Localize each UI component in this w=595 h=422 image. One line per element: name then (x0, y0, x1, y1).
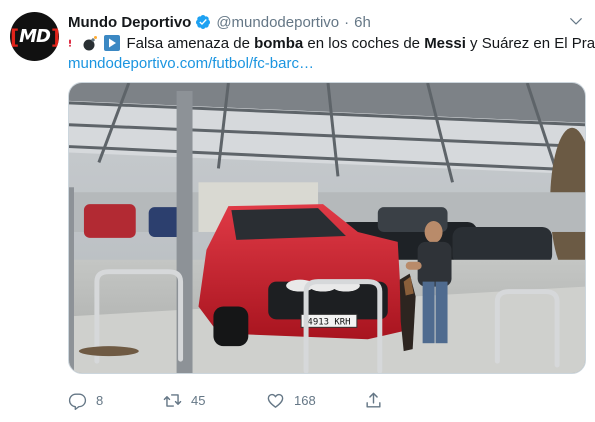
tweet-text-3: y Suárez en El Prat (465, 35, 595, 52)
reply-count: 8 (96, 392, 104, 408)
verified-badge-icon (196, 15, 211, 29)
tweet-text: Falsa amenaza de bomba en los coches de … (68, 34, 595, 54)
tweet-actions: 8 45 168 (68, 388, 488, 412)
bomb-emoji-icon (83, 36, 98, 51)
tweet-text-2: en los coches de (303, 35, 425, 52)
retweet-icon (163, 393, 182, 407)
tweet-media-photo[interactable]: 4913 KRH (68, 82, 586, 374)
heart-icon (267, 393, 284, 408)
reply-button[interactable]: 8 (68, 391, 103, 410)
separator-dot: · (344, 13, 350, 31)
play-button-emoji-icon (104, 35, 121, 51)
article-link[interactable]: mundodeportivo.com/futbol/fc-barc… (68, 54, 314, 74)
tweet-card[interactable]: [MD] Mundo Deportivo @mundodeportivo · 6… (0, 0, 595, 422)
exclamation-emoji-icon (69, 39, 71, 47)
tweet-text-bomba: bomba (254, 35, 304, 52)
parking-lot-photo: 4913 KRH (69, 83, 585, 373)
tweet-text-messi: Messi (424, 35, 466, 52)
avatar[interactable]: [MD] (10, 12, 59, 61)
tweet-header: Mundo Deportivo @mundodeportivo · 6h (68, 11, 371, 33)
share-button[interactable] (364, 391, 392, 410)
author-name[interactable]: Mundo Deportivo (68, 14, 191, 31)
retweet-button[interactable]: 45 (163, 391, 205, 410)
retweet-count: 45 (191, 392, 206, 408)
share-icon (366, 392, 381, 408)
license-plate: 4913 KRH (307, 317, 350, 327)
tweet-text-1: Falsa amenaza de (126, 35, 255, 52)
like-count: 168 (294, 392, 316, 408)
tweet-timestamp[interactable]: 6h (354, 14, 371, 31)
mundo-deportivo-logo: [MD] (10, 24, 59, 49)
like-button[interactable]: 168 (266, 391, 316, 410)
reply-icon (68, 392, 87, 410)
author-handle[interactable]: @mundodeportivo (216, 14, 339, 31)
chevron-down-icon[interactable] (569, 14, 583, 28)
